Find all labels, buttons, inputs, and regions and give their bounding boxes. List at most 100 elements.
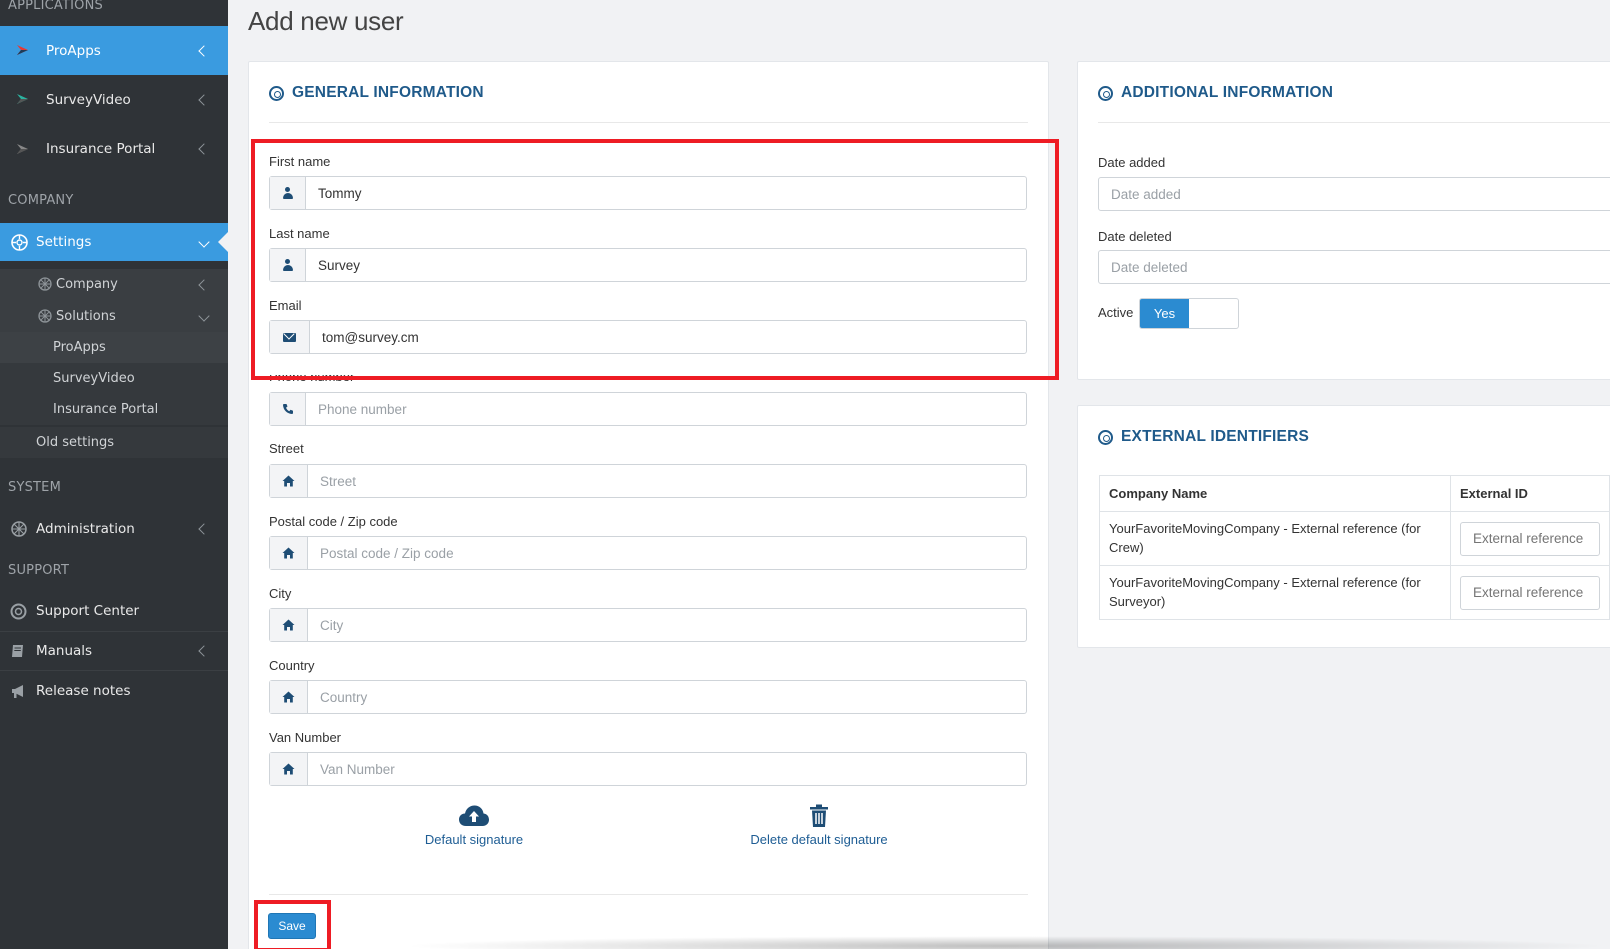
table-header-row: Company Name External ID bbox=[1099, 475, 1610, 512]
settings-icon bbox=[36, 275, 54, 293]
panel-heading-label: ADDITIONAL INFORMATION bbox=[1121, 84, 1334, 101]
active-toggle-value: Yes bbox=[1140, 299, 1189, 328]
date-added-input[interactable] bbox=[1098, 177, 1610, 211]
gear-icon bbox=[1098, 429, 1113, 445]
date-deleted-input[interactable] bbox=[1098, 250, 1610, 284]
settings-icon bbox=[10, 520, 28, 538]
panel-heading-label: EXTERNAL IDENTIFIERS bbox=[1121, 428, 1310, 445]
sidebar-item-label: ProApps bbox=[46, 42, 101, 59]
chevron-down-icon bbox=[198, 236, 210, 248]
divider bbox=[269, 122, 1028, 123]
column-header: External ID bbox=[1450, 475, 1610, 512]
sidebar-section-system: SYSTEM bbox=[8, 480, 62, 495]
delete-signature-button[interactable]: Delete default signature bbox=[744, 800, 894, 847]
sidebar-item-label: Release notes bbox=[36, 683, 131, 699]
default-signature-label: Default signature bbox=[424, 832, 524, 847]
chevron-down-icon bbox=[198, 310, 210, 322]
table-row: YourFavoriteMovingCompany - External ref… bbox=[1099, 511, 1610, 566]
home-icon bbox=[270, 753, 308, 785]
megaphone-icon bbox=[9, 682, 27, 700]
chevron-left-icon bbox=[198, 645, 210, 657]
active-label: Active bbox=[1098, 305, 1134, 320]
sidebar-section-support: SUPPORT bbox=[8, 563, 70, 578]
table-row: YourFavoriteMovingCompany - External ref… bbox=[1099, 565, 1610, 620]
sidebar-item-label: ProApps bbox=[53, 340, 106, 355]
home-icon bbox=[270, 537, 308, 569]
home-icon bbox=[270, 465, 308, 497]
city-input[interactable] bbox=[308, 609, 1026, 641]
page-title: Add new user bbox=[248, 6, 404, 36]
panel-heading: GENERAL INFORMATION bbox=[269, 84, 484, 102]
sidebar-item-settings[interactable]: Settings bbox=[0, 223, 228, 261]
bottom-shadow bbox=[400, 936, 1610, 949]
highlight-box-save bbox=[254, 900, 331, 949]
van-number-input[interactable] bbox=[308, 753, 1026, 785]
sidebar-item-label: SurveyVideo bbox=[53, 371, 135, 386]
settings-icon bbox=[36, 307, 54, 325]
country-label: Country bbox=[269, 658, 315, 673]
sidebar-item-proapps[interactable]: ProApps bbox=[0, 26, 228, 75]
active-notch bbox=[218, 232, 228, 252]
van-number-label: Van Number bbox=[269, 730, 342, 745]
sidebar-item-release-notes[interactable]: Release notes bbox=[0, 671, 228, 711]
sidebar-item-label: Insurance Portal bbox=[53, 402, 159, 417]
sidebar-item-support-center[interactable]: Support Center bbox=[0, 591, 228, 632]
home-icon bbox=[270, 609, 308, 641]
sidebar-item-label: Solutions bbox=[56, 308, 116, 324]
external-id-input[interactable] bbox=[1460, 575, 1600, 610]
divider bbox=[1098, 122, 1610, 123]
street-field bbox=[269, 464, 1027, 498]
sidebar-item-label: Manuals bbox=[36, 643, 93, 659]
sidebar-item-solutions-insurance-portal[interactable]: Insurance Portal bbox=[0, 394, 228, 425]
external-identifiers-table: Company Name External ID YourFavoriteMov… bbox=[1099, 475, 1610, 620]
cloud-upload-icon bbox=[458, 800, 490, 828]
delete-signature-label: Delete default signature bbox=[750, 832, 888, 847]
chevron-left-icon bbox=[198, 93, 210, 106]
sidebar-item-insurance-portal[interactable]: Insurance Portal bbox=[0, 124, 228, 174]
sidebar-section-applications: APPLICATIONS bbox=[8, 0, 103, 13]
sidebar-item-solutions-surveyvideo[interactable]: SurveyVideo bbox=[0, 363, 228, 394]
postal-code-input[interactable] bbox=[308, 537, 1026, 569]
book-icon bbox=[9, 642, 27, 660]
street-input[interactable] bbox=[308, 465, 1026, 497]
sidebar-section-company: COMPANY bbox=[8, 193, 74, 208]
company-name-cell: YourFavoriteMovingCompany - External ref… bbox=[1099, 511, 1451, 566]
sidebar-item-manuals[interactable]: Manuals bbox=[0, 632, 228, 671]
additional-information-panel: ADDITIONAL INFORMATION bbox=[1077, 61, 1610, 380]
sidebar-item-label: Insurance Portal bbox=[46, 141, 156, 157]
home-icon bbox=[270, 681, 308, 713]
sidebar-item-administration[interactable]: Administration bbox=[0, 508, 228, 550]
sidebar-item-surveyvideo[interactable]: SurveyVideo bbox=[0, 75, 228, 124]
sidebar: APPLICATIONS ProApps SurveyVideo Insuran… bbox=[0, 0, 228, 949]
column-header: Company Name bbox=[1099, 475, 1451, 512]
external-id-cell bbox=[1450, 565, 1610, 620]
panel-heading-label: GENERAL INFORMATION bbox=[292, 84, 484, 101]
city-label: City bbox=[269, 586, 292, 601]
sidebar-item-company[interactable]: Company bbox=[0, 269, 228, 300]
sidebar-item-solutions-proapps[interactable]: ProApps bbox=[0, 332, 228, 363]
country-field bbox=[269, 680, 1027, 714]
phone-input[interactable] bbox=[306, 393, 1026, 425]
external-id-input[interactable] bbox=[1460, 521, 1600, 556]
country-input[interactable] bbox=[308, 681, 1026, 713]
external-id-cell bbox=[1450, 511, 1610, 566]
city-field bbox=[269, 608, 1027, 642]
date-added-label: Date added bbox=[1098, 155, 1166, 170]
sidebar-item-solutions[interactable]: Solutions bbox=[0, 300, 228, 332]
proapps-logo-icon bbox=[14, 41, 32, 59]
trash-icon bbox=[809, 800, 829, 828]
sidebar-item-label: Support Center bbox=[36, 603, 140, 619]
phone-icon bbox=[270, 393, 306, 425]
postal-code-field bbox=[269, 536, 1027, 570]
default-signature-button[interactable]: Default signature bbox=[421, 800, 527, 847]
sidebar-item-old-settings[interactable]: Old settings bbox=[0, 427, 228, 458]
van-number-field bbox=[269, 752, 1027, 786]
chevron-left-icon bbox=[198, 523, 210, 535]
active-toggle[interactable]: Yes bbox=[1139, 298, 1239, 329]
chevron-left-icon bbox=[198, 278, 210, 291]
postal-code-label: Postal code / Zip code bbox=[269, 514, 398, 529]
phone-field bbox=[269, 392, 1027, 426]
surveyvideo-logo-icon bbox=[14, 90, 32, 108]
insurance-portal-logo-icon bbox=[14, 140, 32, 158]
sidebar-item-label: Old settings bbox=[36, 435, 115, 450]
